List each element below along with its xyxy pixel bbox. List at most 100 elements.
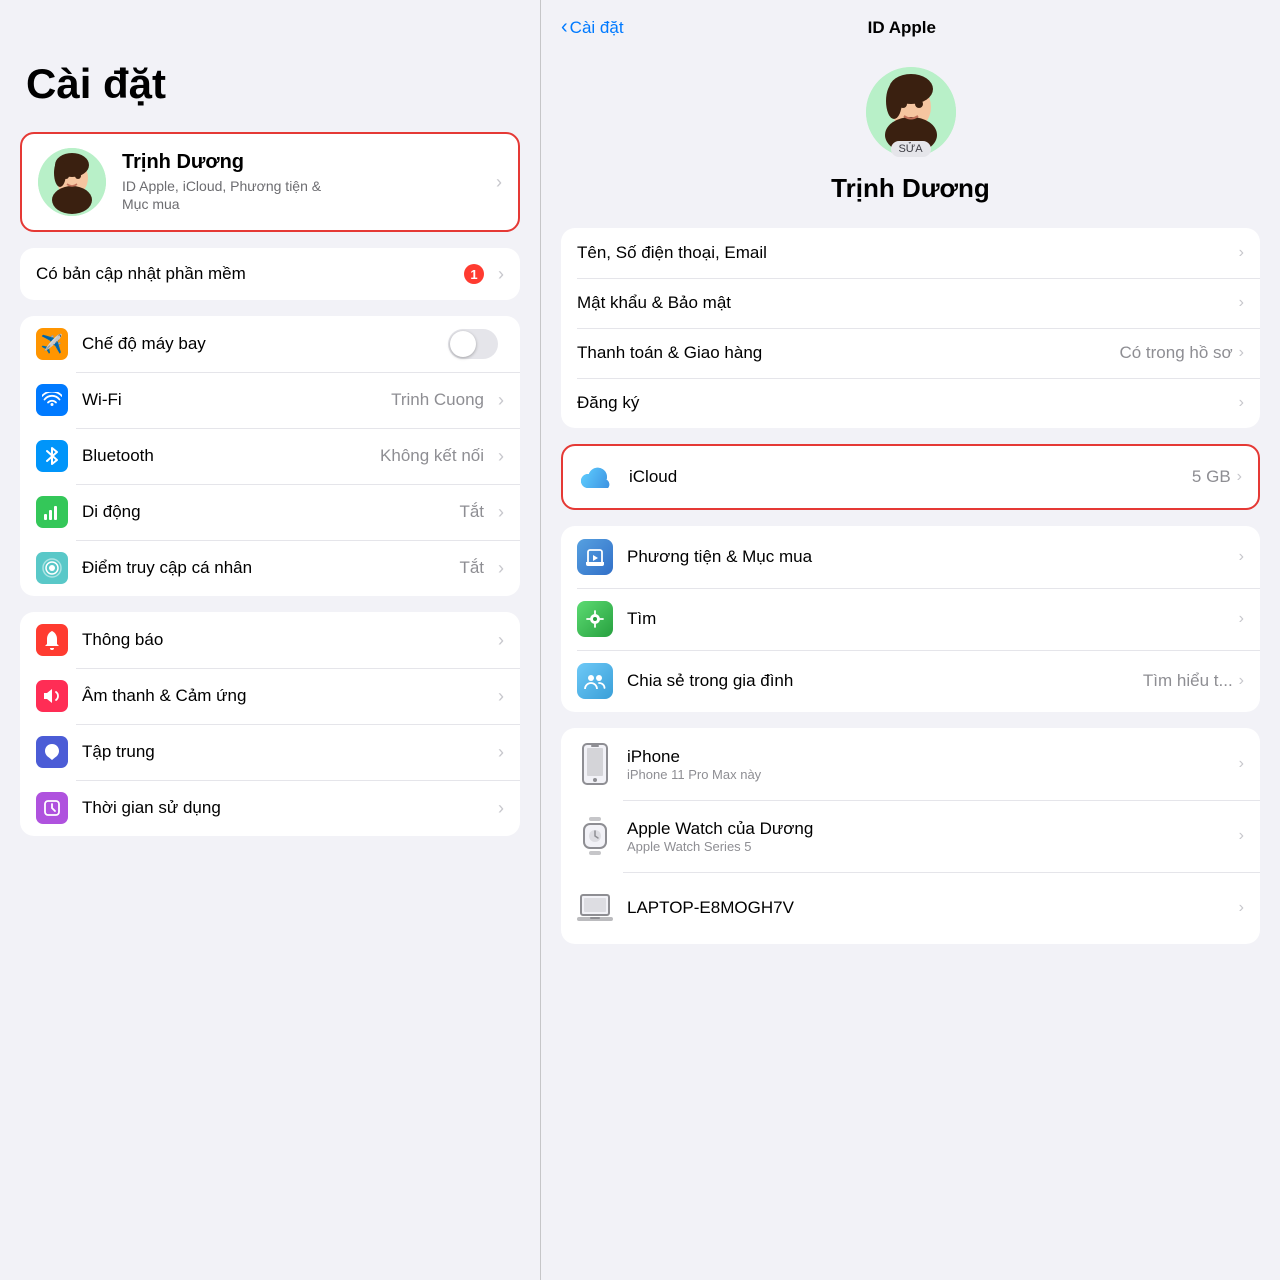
cellular-label: Di động (82, 502, 459, 522)
icloud-value: 5 GB (1192, 467, 1231, 487)
bluetooth-chevron-icon: › (498, 446, 504, 467)
notifications-chevron-icon: › (498, 630, 504, 651)
subscriptions-chevron-icon: › (1239, 394, 1244, 412)
family-sharing-icon (577, 663, 613, 699)
laptop-row[interactable]: LAPTOP-E8MOGH7V › (561, 872, 1260, 944)
laptop-chevron-icon: › (1239, 899, 1244, 917)
sounds-icon (36, 680, 68, 712)
focus-row[interactable]: Tập trung › (20, 724, 520, 780)
notifications-icon (36, 624, 68, 656)
sounds-row[interactable]: Âm thanh & Cảm ứng › (20, 668, 520, 724)
cellular-row[interactable]: Di động Tắt › (20, 484, 520, 540)
laptop-name: LAPTOP-E8MOGH7V (627, 898, 1239, 918)
nav-title: ID Apple (624, 18, 1180, 38)
name-phone-email-label: Tên, Số điện thoại, Email (577, 243, 1239, 263)
focus-label: Tập trung (82, 742, 490, 762)
laptop-info: LAPTOP-E8MOGH7V (627, 898, 1239, 918)
focus-icon (36, 736, 68, 768)
settings-group-1: ✈️ Chế độ máy bay Wi-Fi Trinh Cuong › (20, 316, 520, 596)
apple-watch-icon (577, 813, 613, 859)
iphone-device-icon (577, 741, 613, 787)
iphone-device-row[interactable]: iPhone iPhone 11 Pro Max này › (561, 728, 1260, 800)
apple-watch-name: Apple Watch của Dương (627, 819, 1239, 839)
airplane-row[interactable]: ✈️ Chế độ máy bay (20, 316, 520, 372)
media-chevron-icon: › (1239, 548, 1244, 566)
right-profile-section: SỬA Trịnh Dương (541, 47, 1280, 228)
back-label: Cài đặt (570, 18, 624, 38)
screentime-row[interactable]: Thời gian sử dụng › (20, 780, 520, 836)
wifi-label: Wi-Fi (82, 390, 391, 410)
family-sharing-row[interactable]: Chia sẻ trong gia đình Tìm hiểu t... › (561, 650, 1260, 712)
screentime-icon (36, 792, 68, 824)
password-security-label: Mật khẩu & Bảo mật (577, 293, 1239, 313)
apple-watch-chevron-icon: › (1239, 827, 1244, 845)
name-phone-email-row[interactable]: Tên, Số điện thoại, Email › (561, 228, 1260, 278)
iphone-sub: iPhone 11 Pro Max này (627, 767, 1239, 782)
notifications-row[interactable]: Thông báo › (20, 612, 520, 668)
airplane-toggle[interactable] (448, 329, 498, 359)
screentime-label: Thời gian sử dụng (82, 798, 490, 818)
icloud-section: iCloud 5 GB › (561, 444, 1260, 510)
apple-watch-row[interactable]: Apple Watch của Dương Apple Watch Series… (561, 800, 1260, 872)
find-my-row[interactable]: Tìm › (561, 588, 1260, 650)
bluetooth-row[interactable]: Bluetooth Không kết nối › (20, 428, 520, 484)
hotspot-chevron-icon: › (498, 558, 504, 579)
family-sharing-value: Tìm hiểu t... (1143, 671, 1233, 691)
family-chevron-icon: › (1239, 672, 1244, 690)
update-card[interactable]: Có bản cập nhật phần mềm 1 › (20, 248, 520, 300)
apple-watch-sub: Apple Watch Series 5 (627, 839, 1239, 854)
edit-badge[interactable]: SỬA (890, 141, 930, 157)
right-panel: ‹ Cài đặt ID Apple SỬA Trịnh D (541, 0, 1280, 1280)
update-row[interactable]: Có bản cập nhật phần mềm 1 › (20, 248, 520, 300)
right-group-1: Tên, Số điện thoại, Email › Mật khẩu & B… (561, 228, 1260, 428)
wifi-value: Trinh Cuong (391, 390, 484, 410)
profile-name: Trịnh Dương (122, 151, 488, 174)
nav-bar: ‹ Cài đặt ID Apple (541, 0, 1280, 47)
iphone-name: iPhone (627, 747, 1239, 767)
password-security-row[interactable]: Mật khẩu & Bảo mật › (561, 278, 1260, 328)
find-my-label: Tìm (627, 609, 1239, 629)
notifications-label: Thông báo (82, 630, 490, 650)
airplane-label: Chế độ máy bay (82, 334, 448, 354)
avatar (38, 148, 106, 216)
hotspot-row[interactable]: Điểm truy cập cá nhân Tắt › (20, 540, 520, 596)
payment-shipping-label: Thanh toán & Giao hàng (577, 343, 1119, 363)
apple-watch-info: Apple Watch của Dương Apple Watch Series… (627, 819, 1239, 854)
screentime-chevron-icon: › (498, 798, 504, 819)
back-chevron-icon: ‹ (561, 16, 568, 39)
subscriptions-label: Đăng ký (577, 393, 1239, 413)
icloud-icon (579, 459, 615, 495)
laptop-icon (577, 885, 613, 931)
bluetooth-value: Không kết nối (380, 446, 484, 466)
profile-info: Trịnh Dương ID Apple, iCloud, Phương tiệ… (122, 151, 488, 213)
family-sharing-label: Chia sẻ trong gia đình (627, 671, 1143, 691)
bluetooth-icon (36, 440, 68, 472)
update-chevron-icon: › (498, 264, 504, 285)
payment-shipping-row[interactable]: Thanh toán & Giao hàng Có trong hồ sơ › (561, 328, 1260, 378)
profile-chevron-icon: › (496, 172, 502, 193)
media-purchases-row[interactable]: Phương tiện & Mục mua › (561, 526, 1260, 588)
name-chevron-icon: › (1239, 244, 1244, 262)
subscriptions-row[interactable]: Đăng ký › (561, 378, 1260, 428)
payment-shipping-value: Có trong hồ sơ (1119, 343, 1232, 363)
devices-card: iPhone iPhone 11 Pro Max này › (561, 728, 1260, 944)
iphone-info: iPhone iPhone 11 Pro Max này (627, 747, 1239, 782)
right-avatar-container: SỬA (866, 67, 956, 157)
icloud-label: iCloud (629, 467, 1192, 487)
payment-chevron-icon: › (1239, 344, 1244, 362)
sounds-chevron-icon: › (498, 686, 504, 707)
back-button[interactable]: ‹ Cài đặt (561, 16, 624, 39)
profile-card[interactable]: Trịnh Dương ID Apple, iCloud, Phương tiệ… (20, 132, 520, 232)
iphone-chevron-icon: › (1239, 755, 1244, 773)
icloud-row[interactable]: iCloud 5 GB › (561, 444, 1260, 510)
media-purchases-label: Phương tiện & Mục mua (627, 547, 1239, 567)
hotspot-value: Tắt (459, 558, 484, 578)
update-label: Có bản cập nhật phần mềm (36, 264, 464, 284)
hotspot-icon (36, 552, 68, 584)
airplane-icon: ✈️ (36, 328, 68, 360)
left-panel: Cài đặt Trịnh Dương ID Apple, iCloud, Ph… (0, 0, 540, 1280)
wifi-row[interactable]: Wi-Fi Trinh Cuong › (20, 372, 520, 428)
find-my-chevron-icon: › (1239, 610, 1244, 628)
icloud-chevron-icon: › (1237, 468, 1242, 486)
right-group-2: Phương tiện & Mục mua › Tìm › (561, 526, 1260, 712)
